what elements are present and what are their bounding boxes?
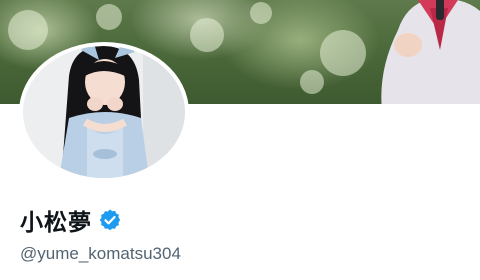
profile-handle: @yume_komatsu304: [20, 244, 181, 263]
avatar-portrait-image: [23, 46, 185, 178]
banner-person-illustration: [381, 0, 480, 104]
display-name: 小松夢: [20, 210, 92, 236]
avatar[interactable]: [23, 46, 185, 178]
name-row: 小松夢: [20, 203, 122, 237]
verified-badge-icon[interactable]: [98, 208, 122, 232]
